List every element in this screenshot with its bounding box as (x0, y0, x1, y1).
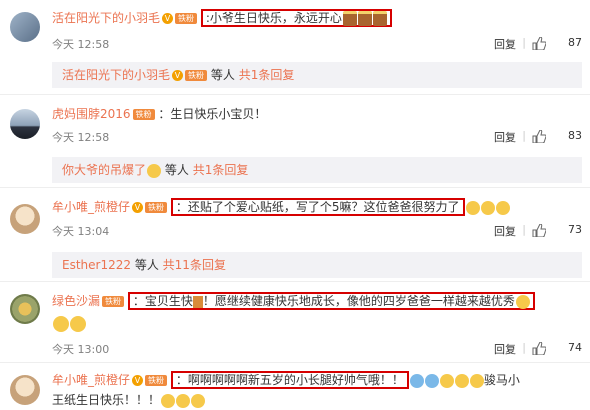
comment-1: 活在阳光下的小羽毛 V 铁粉 :小爷生日快乐，永远开心 今天 12:58 回复 | … (0, 0, 590, 100)
reply-username[interactable]: Esther1222 (62, 258, 131, 272)
fan-badge: 铁粉 (102, 296, 125, 307)
comment-time: 今天 12:58 (52, 38, 110, 51)
comment-time: 今天 12:58 (52, 131, 110, 144)
emoji-icon (409, 373, 424, 388)
username[interactable]: 牟小唯_煎橙仔 (52, 373, 130, 387)
emoji-icon (191, 393, 206, 408)
avatar[interactable] (10, 12, 40, 42)
reply-button[interactable]: 回复 (494, 129, 516, 145)
username[interactable]: 绿色沙漏 (52, 294, 100, 308)
comment-text: ：还贴了个爱心贴纸，写了个5嘛？这位爸爸很努力了 (170, 198, 465, 216)
reply-preview[interactable]: 活在阳光下的小羽毛 V 铁粉 等人 共1条回复 (52, 62, 582, 88)
verified-icon: V (132, 202, 144, 213)
emoji-icon (469, 373, 484, 388)
fan-badge: 铁粉 (145, 375, 168, 386)
comment-time: 今天 13:04 (52, 225, 110, 238)
like-count: 74 (568, 341, 582, 354)
divider: | (522, 341, 526, 354)
fan-badge: 铁粉 (145, 202, 168, 213)
comment-text: ：宝贝生快 ！愿继续健康快乐地成长，像他的四岁爸爸一样越来越优秀 (127, 292, 535, 310)
reply-username[interactable]: 你大爷的吊爆了 (62, 163, 146, 177)
comment-5: 牟小唯_煎橙仔 V 铁粉 ：啊啊啊啊啊新五岁的小长腿好帅气哦！！ 骏马小 王纸生日快乐… (0, 363, 590, 410)
verified-icon: V (162, 13, 174, 24)
divider: | (522, 36, 526, 49)
thumbs-up-icon (532, 342, 546, 355)
reply-preview[interactable]: 你大爷的吊爆了 等人 共1条回复 (52, 157, 582, 183)
avatar[interactable] (10, 375, 40, 405)
thumbs-up-icon (532, 130, 546, 143)
cake-icon (192, 295, 203, 308)
comment-text: ：啊啊啊啊啊新五岁的小长腿好帅气哦！！ (170, 371, 409, 389)
emoji-icon (147, 163, 162, 178)
comment-3: 牟小唯_煎橙仔 V 铁粉 ：还贴了个爱心贴纸，写了个5嘛？这位爸爸很努力了 今天 1… (0, 188, 590, 283)
comment-text-continued: 王纸生日快乐！！！ (52, 393, 161, 407)
emoji-icon (424, 373, 439, 388)
cake-icon (357, 11, 372, 26)
comment-2: 虎妈围脖2016 铁粉 ：生日快乐小宝贝！ 今天 12:58 回复 | 83 你大… (0, 95, 590, 190)
reply-button[interactable]: 回复 (494, 341, 516, 357)
reply-others: 等人 (134, 258, 159, 272)
fan-badge: 铁粉 (132, 109, 155, 120)
emoji-icon (515, 294, 530, 309)
emoji-icon (495, 200, 510, 215)
avatar[interactable] (10, 294, 40, 324)
divider: | (522, 129, 526, 142)
username[interactable]: 虎妈围脖2016 (52, 107, 131, 121)
reply-button[interactable]: 回复 (494, 223, 516, 239)
emoji-icon (480, 200, 495, 215)
like-count: 73 (568, 223, 582, 236)
reply-count-link[interactable]: 共1条回复 (193, 163, 249, 177)
emoji-icon (161, 393, 176, 408)
emoji-icon (70, 315, 86, 332)
reply-others: 等人 (164, 163, 189, 177)
emoji-icon (439, 373, 454, 388)
cake-icon (342, 11, 357, 26)
username[interactable]: 牟小唯_煎橙仔 (52, 200, 130, 214)
fan-badge: 铁粉 (185, 70, 208, 81)
comment-time: 今天 13:00 (52, 343, 110, 356)
emoji-icon (53, 315, 69, 332)
reply-preview[interactable]: Esther1222 等人 共11条回复 (52, 252, 582, 278)
comment-text: :小爷生日快乐，永远开心 (200, 9, 392, 27)
fan-badge: 铁粉 (175, 13, 198, 24)
username[interactable]: 活在阳光下的小羽毛 (52, 11, 160, 25)
thumbs-up-icon (532, 224, 546, 237)
comment-4: 绿色沙漏 铁粉 ：宝贝生快 ！愿继续健康快乐地成长，像他的四岁爸爸一样越来越优秀 今… (0, 282, 590, 362)
reply-button[interactable]: 回复 (494, 36, 516, 52)
emoji-icon (465, 200, 480, 215)
thumbs-up-icon (532, 37, 546, 50)
like-count: 87 (568, 36, 582, 49)
emoji-icon (176, 393, 191, 408)
reply-others: 等人 (210, 68, 235, 82)
verified-icon: V (172, 70, 184, 81)
cake-icon (372, 11, 387, 26)
reply-count-link[interactable]: 共11条回复 (163, 258, 226, 272)
verified-icon: V (132, 375, 144, 386)
divider: | (522, 223, 526, 236)
emoji-icon (454, 373, 469, 388)
avatar[interactable] (10, 109, 40, 139)
like-count: 83 (568, 129, 582, 142)
comment-text: ：生日快乐小宝贝！ (158, 107, 267, 121)
reply-username[interactable]: 活在阳光下的小羽毛 (62, 68, 170, 82)
avatar[interactable] (10, 204, 40, 234)
reply-count-link[interactable]: 共1条回复 (239, 68, 295, 82)
